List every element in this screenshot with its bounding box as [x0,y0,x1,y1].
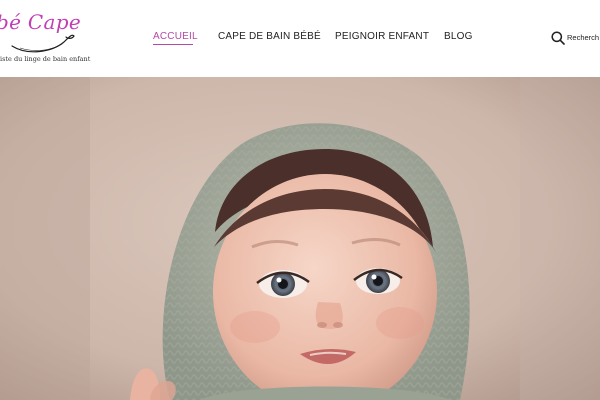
nav-item-cape-de-bain-bebe[interactable]: CAPE DE BAIN BÉBÉ [218,31,321,42]
search-icon [551,31,565,45]
main-nav: ACCUEIL CAPE DE BAIN BÉBÉ PEIGNOIR ENFAN… [0,31,600,47]
hero-image [0,77,600,400]
baby-photo [0,77,600,400]
active-nav-underline [153,44,193,45]
logo-tagline: iste du linge de bain enfant [0,55,91,63]
search-label: Recherch [567,33,600,42]
search-button[interactable]: Recherch [551,31,600,47]
site-header: bé Cape iste du linge de bain enfant ACC… [0,0,600,77]
nav-item-accueil[interactable]: ACCUEIL [153,31,198,42]
nav-item-blog[interactable]: BLOG [444,31,473,42]
nav-item-peignoir-enfant[interactable]: PEIGNOIR ENFANT [335,31,429,42]
